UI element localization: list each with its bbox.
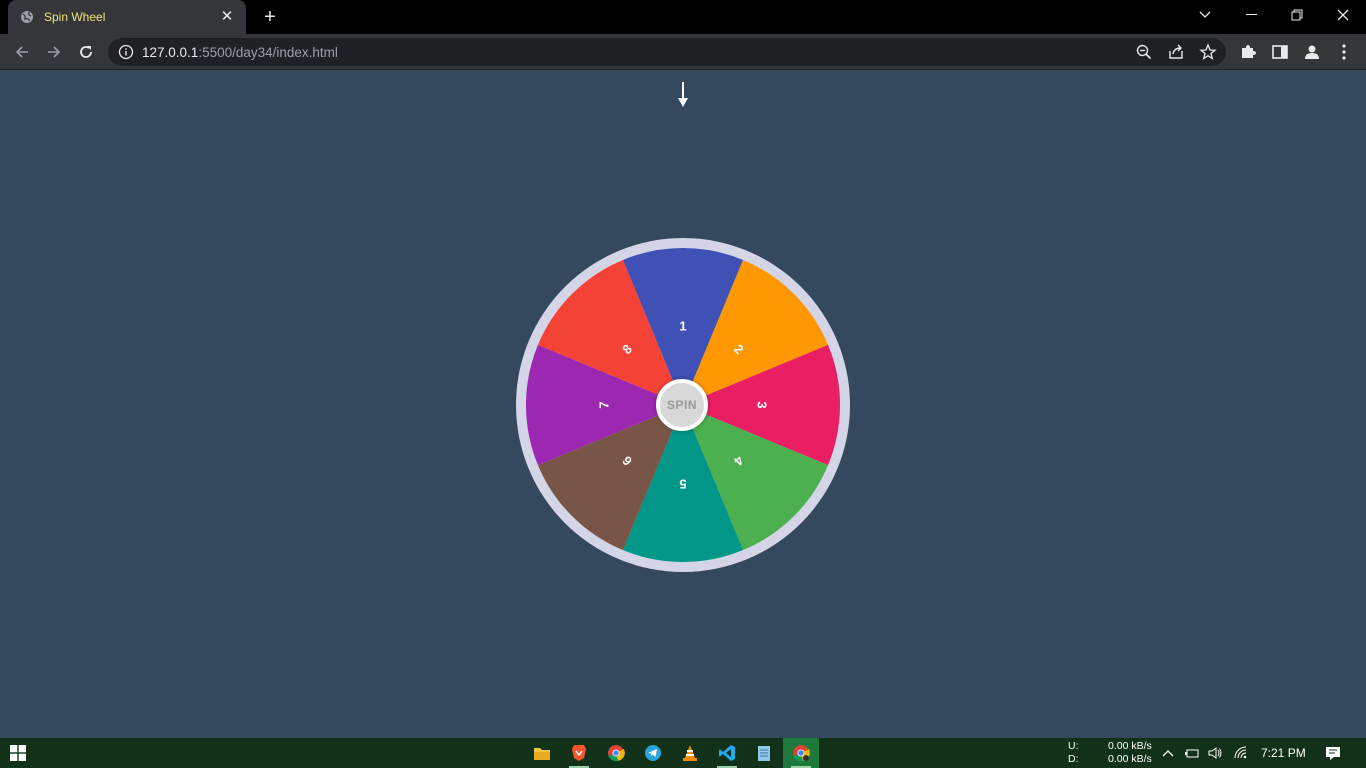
vscode-icon <box>719 745 735 761</box>
globe-icon <box>20 10 34 24</box>
share-icon[interactable] <box>1167 43 1185 61</box>
close-icon <box>1337 9 1349 21</box>
net-up-label: U: <box>1068 740 1079 752</box>
battery-plug-icon[interactable] <box>1184 745 1200 761</box>
taskbar-chrome-dev[interactable] <box>783 738 819 768</box>
wheel-segment-label: 1 <box>679 319 686 334</box>
net-down-value: 0.00 kB/s <box>1108 753 1152 765</box>
minimize-button[interactable] <box>1228 0 1274 30</box>
tab-close-button[interactable]: ✕ <box>218 8 236 26</box>
net-up-value: 0.00 kB/s <box>1108 740 1152 752</box>
taskbar-vlc[interactable] <box>672 738 708 768</box>
arrow-right-icon <box>48 46 61 58</box>
taskbar-vscode[interactable] <box>709 738 745 768</box>
side-panel-icon[interactable] <box>1270 42 1290 62</box>
restore-icon <box>1291 9 1303 21</box>
bookmark-star-icon[interactable] <box>1199 43 1217 61</box>
browser-tab-bar: Spin Wheel ✕ + <box>0 0 1366 34</box>
start-button[interactable] <box>0 738 36 768</box>
close-window-button[interactable] <box>1320 0 1366 30</box>
forward-button[interactable] <box>41 39 67 65</box>
taskbar-brave[interactable] <box>561 738 597 768</box>
brave-lion-icon <box>572 745 586 761</box>
chrome-icon <box>608 745 625 762</box>
notifications-icon[interactable] <box>1325 745 1341 761</box>
wheel-segment-label: 5 <box>679 477 686 492</box>
tab-title: Spin Wheel <box>44 10 106 24</box>
net-speed-values: 0.00 kB/s 0.00 kB/s <box>1108 740 1152 766</box>
wheel-segment-label: 7 <box>597 401 612 408</box>
vlc-cone-icon <box>683 745 697 761</box>
info-icon[interactable] <box>118 44 134 60</box>
extensions-puzzle-icon[interactable] <box>1238 42 1258 62</box>
profile-icon[interactable] <box>1302 42 1322 62</box>
taskbar-file-explorer[interactable] <box>524 738 560 768</box>
net-down-label: D: <box>1068 753 1079 765</box>
wifi-icon[interactable] <box>1233 745 1249 761</box>
notepad-icon <box>758 746 770 761</box>
clock-time[interactable]: 7:21 PM <box>1261 746 1306 760</box>
taskbar-notepad[interactable] <box>746 738 782 768</box>
telegram-icon <box>645 745 661 761</box>
back-button[interactable] <box>9 39 35 65</box>
arrow-left-icon <box>15 46 28 58</box>
menu-kebab-icon[interactable] <box>1334 42 1354 62</box>
chevron-down-icon <box>1199 11 1211 18</box>
volume-icon[interactable] <box>1207 745 1223 761</box>
url-host: 127.0.0.1 <box>142 45 199 60</box>
net-speed-labels: U: D: <box>1068 740 1079 766</box>
reload-icon <box>80 46 92 58</box>
taskbar-chrome[interactable] <box>598 738 634 768</box>
tab-search-button[interactable] <box>1182 0 1228 30</box>
wheel-segment-label: 3 <box>755 401 770 408</box>
browser-toolbar: 127.0.0.1:5500/day34/index.html <box>0 34 1366 70</box>
restore-button[interactable] <box>1274 0 1320 30</box>
zoom-icon[interactable] <box>1135 43 1153 61</box>
windows-logo-icon <box>10 745 26 761</box>
new-tab-button[interactable]: + <box>259 6 281 28</box>
reload-button[interactable] <box>73 39 99 65</box>
chrome-icon <box>793 745 810 762</box>
chevron-up-icon[interactable] <box>1160 745 1176 761</box>
spin-button[interactable]: SPIN <box>656 379 708 431</box>
url-path: :5500/day34/index.html <box>198 45 338 60</box>
address-bar[interactable]: 127.0.0.1:5500/day34/index.html <box>108 38 1226 66</box>
browser-tab[interactable]: Spin Wheel ✕ <box>8 0 246 34</box>
url-text: 127.0.0.1:5500/day34/index.html <box>142 45 338 60</box>
windows-taskbar: U: D: 0.00 kB/s 0.00 kB/s 7:21 PM <box>0 738 1366 768</box>
taskbar-telegram[interactable] <box>635 738 671 768</box>
folder-icon <box>534 748 550 760</box>
minimize-icon <box>1245 14 1257 15</box>
pointer-arrow-icon <box>678 82 688 107</box>
